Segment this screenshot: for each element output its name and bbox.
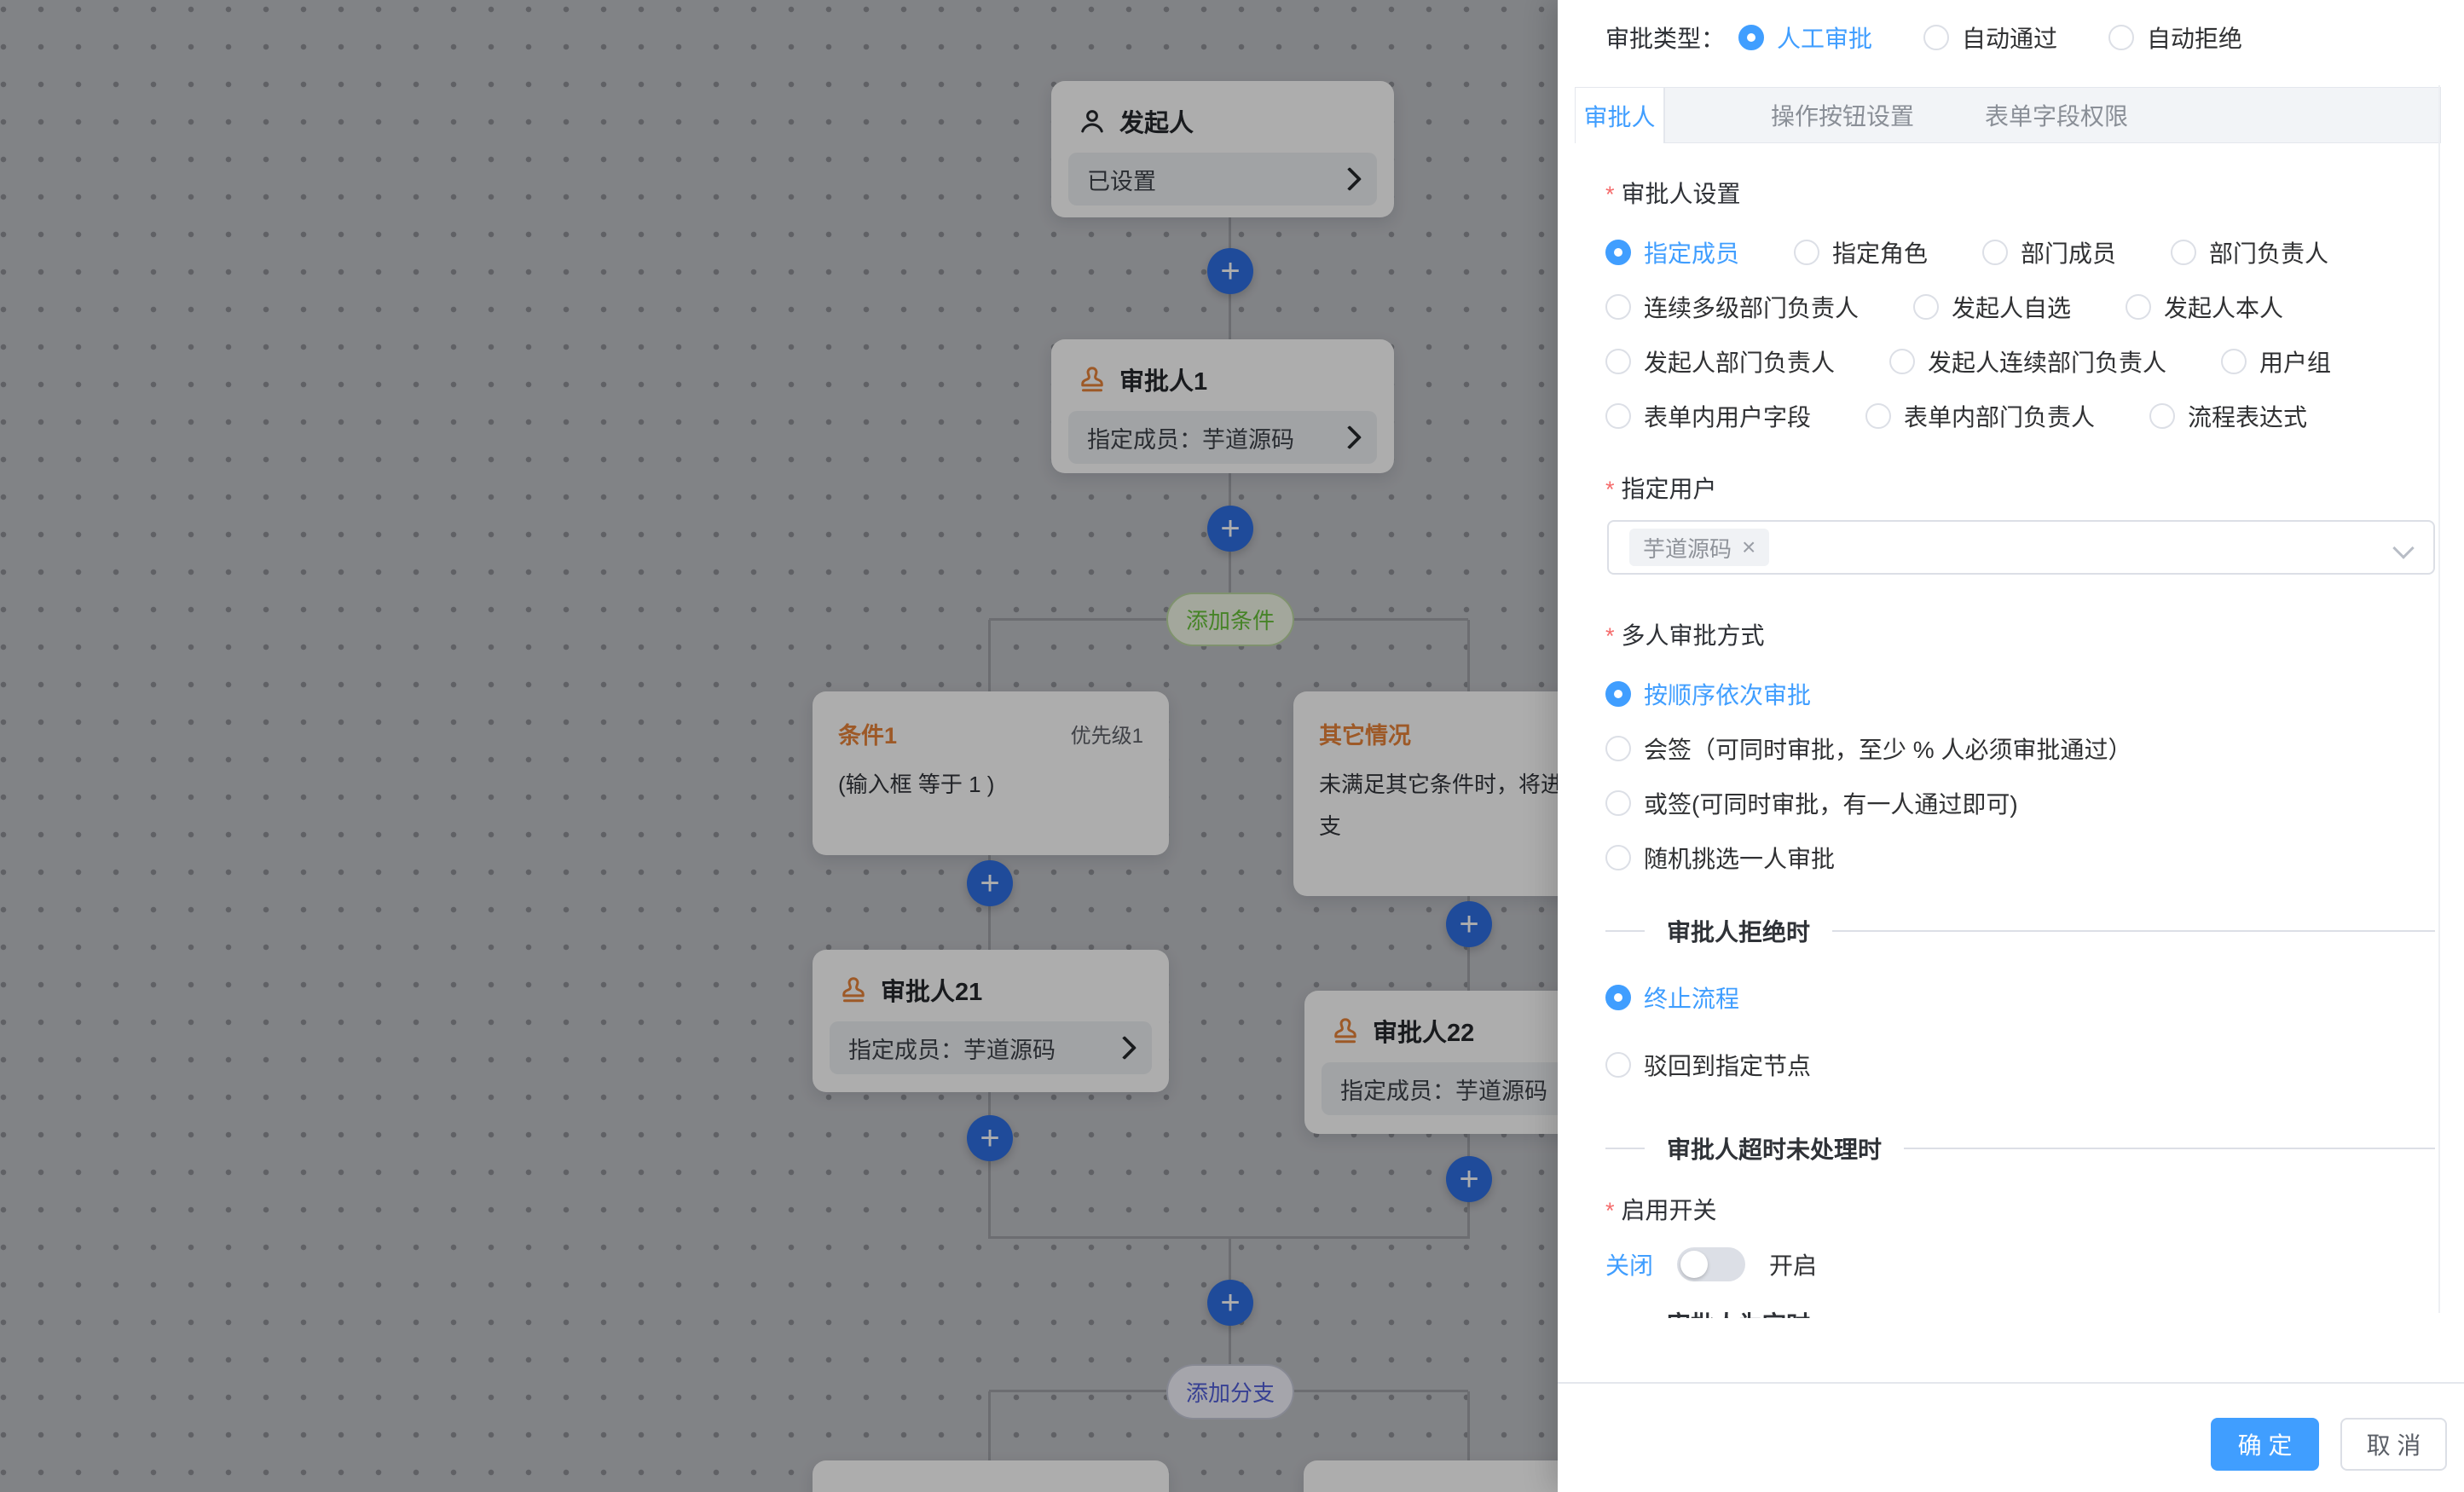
radio-return-to-node[interactable]: 驳回到指定节点 <box>1605 1048 1811 1082</box>
radio-icon <box>2171 240 2196 265</box>
approver-setting-row4: 表单内用户字段 表单内部门负责人 流程表达式 <box>1605 399 2307 433</box>
radio-orsign[interactable]: 或签(可同时审批，有一人通过即可) <box>1605 786 2018 820</box>
multi-approve-label: *多人审批方式 <box>1605 617 1765 651</box>
assign-user-select[interactable]: 芋道源码 × <box>1607 520 2435 575</box>
radio-icon <box>1913 294 1939 320</box>
radio-flow-expression[interactable]: 流程表达式 <box>2149 399 2307 433</box>
radio-icon <box>1923 25 1949 50</box>
switch-off-label: 关闭 <box>1605 1247 1653 1281</box>
timeout-section-divider: 审批人超时未处理时 <box>1605 1131 2435 1165</box>
switch-knob <box>1680 1251 1708 1278</box>
reject-option2: 驳回到指定节点 <box>1605 1048 1811 1082</box>
approver-setting-label: *审批人设置 <box>1605 176 1741 210</box>
radio-multi-level-dept-leader[interactable]: 连续多级部门负责人 <box>1605 290 1859 324</box>
reject-section-title: 审批人拒绝时 <box>1667 914 1810 948</box>
timeout-enable-row: 关闭 开启 <box>1605 1247 1817 1281</box>
radio-icon <box>1865 403 1891 429</box>
user-tag: 芋道源码 × <box>1629 529 1769 566</box>
drawer-scroll-area[interactable]: 审批类型： 人工审批 自动通过 自动拒绝 审批人 操作按钮设置 表单字段权限 *… <box>1558 0 2464 1318</box>
tab-approver[interactable]: 审批人 <box>1575 87 1664 143</box>
empty-approver-section-divider: 审批人为空时 <box>1605 1306 2435 1318</box>
approval-flow-designer: 发起人 已设置 + 审批人1 指定成员：芋道源码 + 添加条件 <box>0 0 2464 1492</box>
radio-starter-multi-dept-leader[interactable]: 发起人连续部门负责人 <box>1889 344 2166 379</box>
confirm-button[interactable]: 确 定 <box>2211 1418 2319 1471</box>
tab-rest-bar: 操作按钮设置 表单字段权限 <box>1664 87 2441 143</box>
radio-icon <box>1605 736 1631 761</box>
radio-starter-dept-leader[interactable]: 发起人部门负责人 <box>1605 344 1835 379</box>
radio-auto-pass[interactable]: 自动通过 <box>1923 20 2057 55</box>
reject-option1: 终止流程 <box>1605 980 1739 1015</box>
radio-terminate-flow[interactable]: 终止流程 <box>1605 980 1739 1015</box>
radio-dept-leader[interactable]: 部门负责人 <box>2171 235 2328 269</box>
radio-icon <box>1605 790 1631 816</box>
radio-starter-self[interactable]: 发起人本人 <box>2126 290 2283 324</box>
assign-user-label: *指定用户 <box>1605 471 1717 505</box>
radio-icon <box>1605 403 1631 429</box>
radio-auto-reject[interactable]: 自动拒绝 <box>2108 20 2242 55</box>
radio-assign-role[interactable]: 指定角色 <box>1794 235 1928 269</box>
timeout-section-title: 审批人超时未处理时 <box>1667 1131 1882 1165</box>
radio-form-user-field[interactable]: 表单内用户字段 <box>1605 399 1811 433</box>
radio-icon <box>1605 240 1631 265</box>
radio-icon <box>1794 240 1819 265</box>
reject-section-divider: 审批人拒绝时 <box>1605 914 2435 948</box>
approver-setting-row2: 连续多级部门负责人 发起人自选 发起人本人 <box>1605 290 2283 324</box>
radio-icon <box>2126 294 2151 320</box>
scrollbar-track[interactable] <box>2438 85 2440 1313</box>
radio-icon <box>2221 349 2247 374</box>
multi-approve-option4: 随机挑选一人审批 <box>1605 841 1835 875</box>
radio-icon <box>1605 294 1631 320</box>
multi-approve-option2: 会签（可同时审批，至少 % 人必须审批通过） <box>1605 732 2131 766</box>
radio-icon <box>1605 985 1631 1010</box>
drawer-tabs: 审批人 操作按钮设置 表单字段权限 <box>1575 87 2441 143</box>
tag-close-icon[interactable]: × <box>1742 535 1755 559</box>
radio-assign-member[interactable]: 指定成员 <box>1605 235 1739 269</box>
radio-dept-member[interactable]: 部门成员 <box>1982 235 2116 269</box>
approver-setting-row1: 指定成员 指定角色 部门成员 部门负责人 <box>1605 235 2328 269</box>
enable-switch-label: *启用开关 <box>1605 1192 1717 1226</box>
timeout-enable-switch[interactable] <box>1677 1247 1745 1281</box>
switch-on-label: 开启 <box>1769 1247 1817 1281</box>
approval-type-label: 审批类型： <box>1605 20 1725 55</box>
approver-setting-row3: 发起人部门负责人 发起人连续部门负责人 用户组 <box>1605 344 2331 379</box>
radio-icon <box>1605 845 1631 870</box>
radio-icon <box>2108 25 2134 50</box>
chevron-down-icon <box>2392 537 2414 558</box>
multi-approve-option1: 按顺序依次审批 <box>1605 677 1811 711</box>
radio-manual-approve[interactable]: 人工审批 <box>1738 20 1872 55</box>
radio-icon <box>1605 349 1631 374</box>
cancel-button[interactable]: 取 消 <box>2340 1418 2447 1471</box>
radio-icon <box>1982 240 2008 265</box>
radio-user-group[interactable]: 用户组 <box>2221 344 2331 379</box>
footer-divider <box>1558 1382 2464 1384</box>
approver-settings-drawer: 审批类型： 人工审批 自动通过 自动拒绝 审批人 操作按钮设置 表单字段权限 *… <box>1558 0 2464 1492</box>
radio-icon <box>1889 349 1915 374</box>
tab-button-settings[interactable]: 操作按钮设置 <box>1771 88 1914 142</box>
radio-countersign[interactable]: 会签（可同时审批，至少 % 人必须审批通过） <box>1605 732 2131 766</box>
empty-approver-section-title: 审批人为空时 <box>1667 1306 1810 1318</box>
user-tag-label: 芋道源码 <box>1643 532 1732 564</box>
radio-sequential-approve[interactable]: 按顺序依次审批 <box>1605 677 1811 711</box>
approval-type-group: 人工审批 自动通过 自动拒绝 <box>1738 20 2242 55</box>
radio-icon <box>2149 403 2175 429</box>
radio-form-dept-leader[interactable]: 表单内部门负责人 <box>1865 399 2095 433</box>
radio-icon <box>1738 25 1764 50</box>
tab-form-field-permission[interactable]: 表单字段权限 <box>1985 88 2128 142</box>
radio-icon <box>1605 1052 1631 1078</box>
radio-starter-select[interactable]: 发起人自选 <box>1913 290 2071 324</box>
radio-icon <box>1605 681 1631 707</box>
multi-approve-option3: 或签(可同时审批，有一人通过即可) <box>1605 786 2018 820</box>
radio-random-one[interactable]: 随机挑选一人审批 <box>1605 841 1835 875</box>
